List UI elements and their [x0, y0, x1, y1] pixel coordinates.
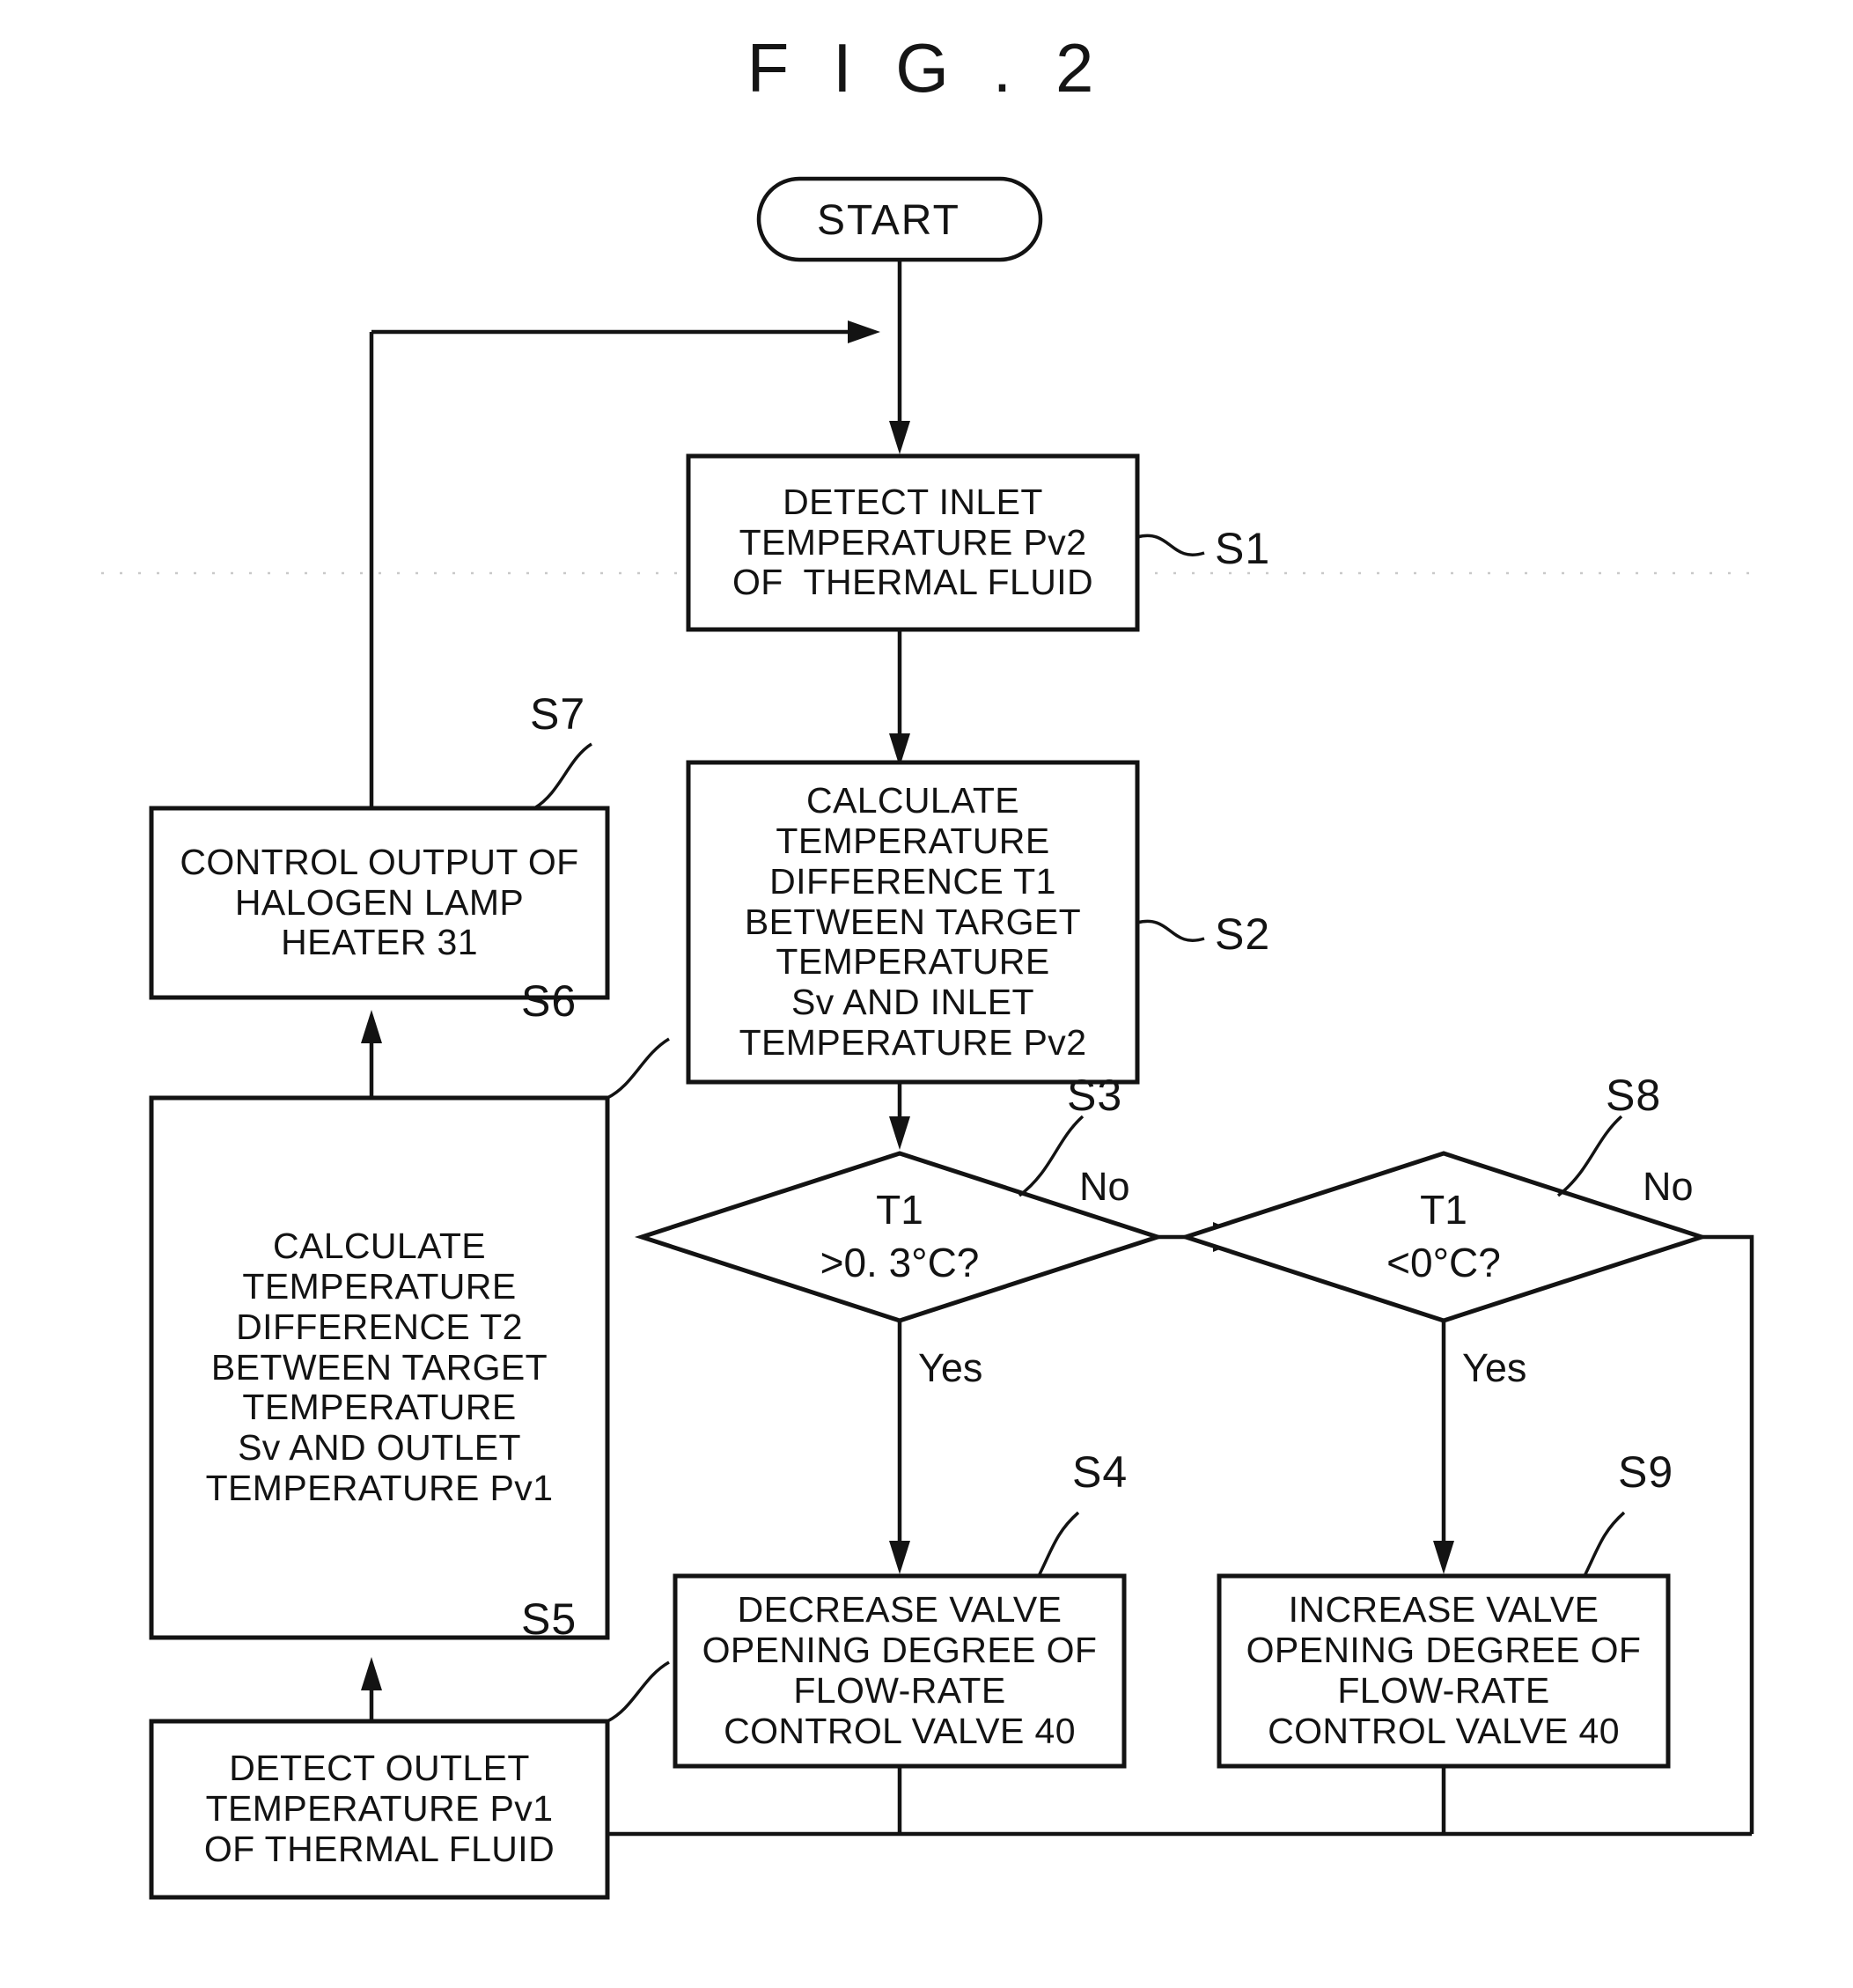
- s6-box-shape: [149, 1095, 610, 1640]
- s3-leader: [1018, 1115, 1085, 1197]
- s1-step-tag: S1: [1215, 524, 1271, 573]
- s6-leader: [607, 1037, 670, 1100]
- flowchart-graphics: [101, 176, 1761, 1900]
- s4-leader: [1037, 1511, 1080, 1577]
- arrow-into-s4: [889, 1541, 910, 1574]
- edge-s8no-to-bottom: [1702, 1234, 1754, 1834]
- s7-step-tag: S7: [530, 689, 586, 739]
- s7-box-shape: [149, 806, 610, 1000]
- arrow-loop-return: [848, 320, 880, 343]
- s6-step-tag: S6: [521, 976, 577, 1026]
- s5-step-tag: S5: [521, 1594, 577, 1644]
- s8-leader: [1556, 1115, 1623, 1197]
- s3-no-label: No: [1079, 1164, 1130, 1209]
- arrow-into-s7: [361, 1010, 382, 1043]
- s9-box-shape: [1217, 1573, 1671, 1769]
- s8-no-label: No: [1643, 1164, 1694, 1209]
- arrow-into-s9: [1433, 1541, 1454, 1574]
- s9-leader: [1583, 1511, 1626, 1577]
- s5-box-shape: [149, 1719, 610, 1900]
- s8-diamond-shape: [1178, 1151, 1710, 1323]
- s8-yes-label: Yes: [1462, 1345, 1527, 1390]
- s4-step-tag: S4: [1072, 1447, 1129, 1497]
- s2-leader: [1136, 919, 1205, 942]
- s9-step-tag: S9: [1618, 1447, 1674, 1497]
- arrow-into-s6: [361, 1657, 382, 1690]
- s5-leader: [607, 1660, 670, 1723]
- s3-yes-label: Yes: [918, 1345, 983, 1390]
- s8-step-tag: S8: [1606, 1071, 1662, 1120]
- start-label: START: [817, 197, 960, 244]
- s7-leader: [533, 742, 592, 810]
- s3-step-tag: S3: [1067, 1071, 1123, 1120]
- s1-leader: [1136, 534, 1205, 556]
- s1-box-shape: [686, 453, 1140, 632]
- s4-box-shape: [673, 1573, 1127, 1769]
- arrow-into-s1: [889, 421, 910, 454]
- s2-step-tag: S2: [1215, 909, 1271, 959]
- arrow-into-s3: [889, 1116, 910, 1150]
- figure-page: F I G . 2 START DETECT INLET TEMPERATURE…: [0, 0, 1853, 1988]
- s2-box-shape: [686, 760, 1140, 1085]
